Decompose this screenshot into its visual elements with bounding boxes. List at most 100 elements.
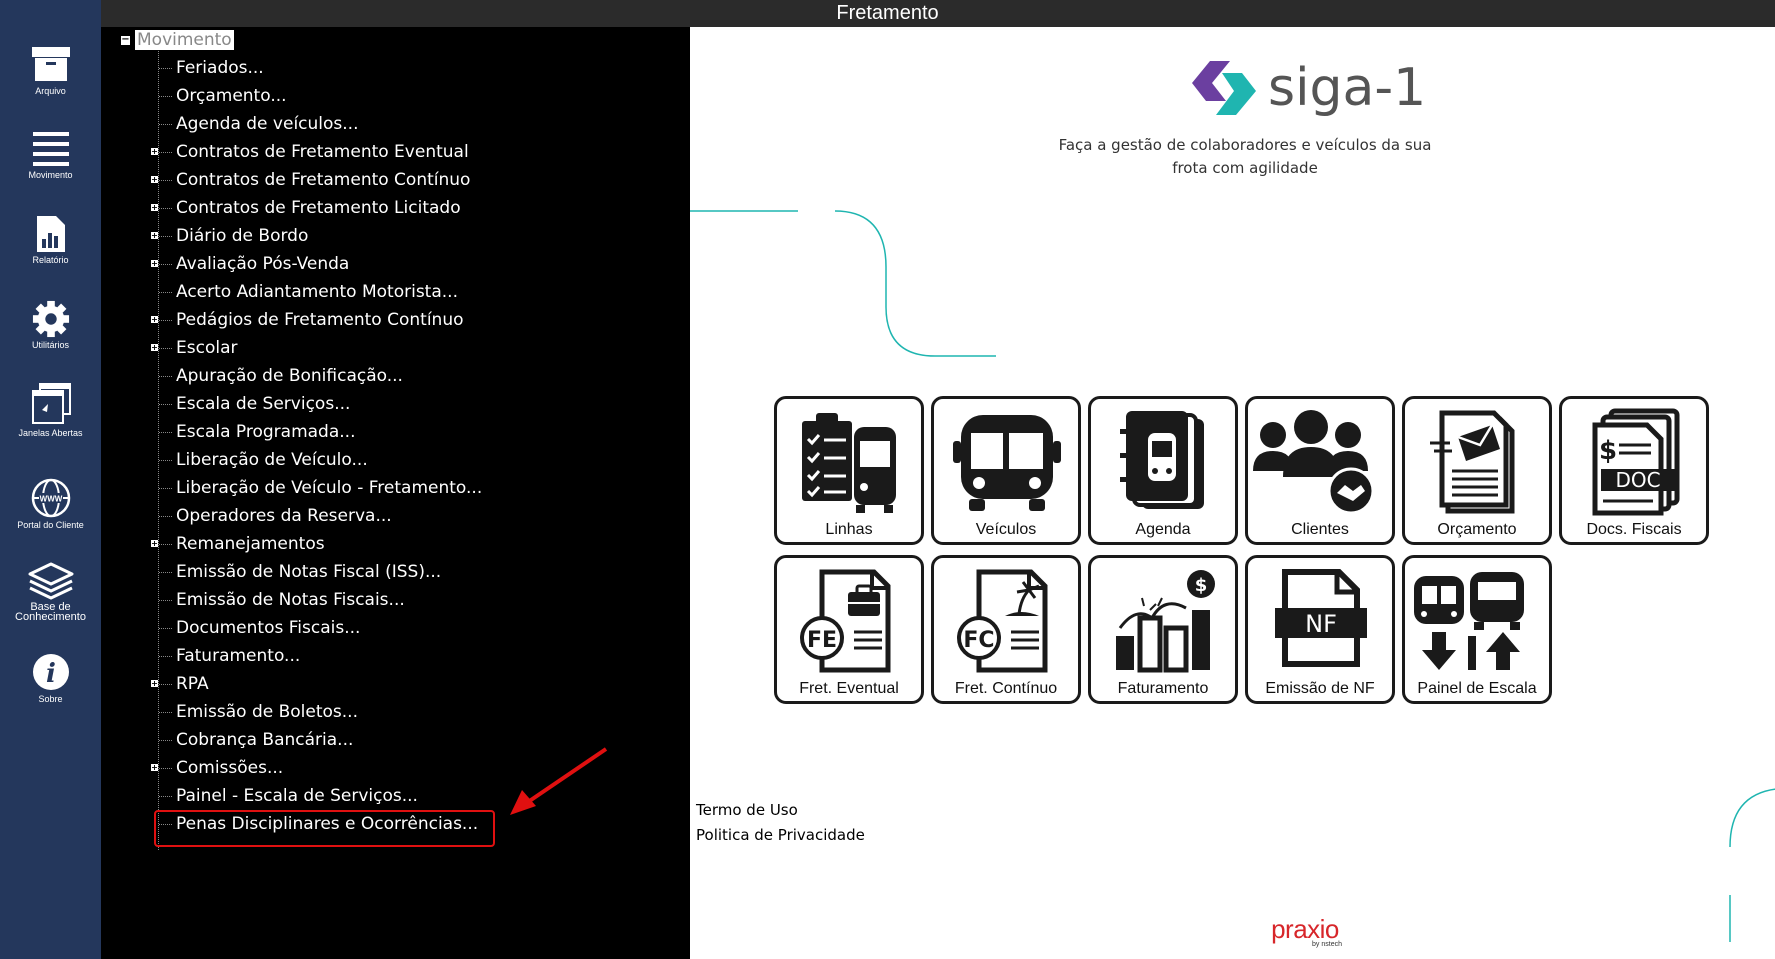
expand-icon[interactable]: +: [151, 680, 158, 688]
sidebar-item-sobre[interactable]: i Sobre: [0, 652, 101, 704]
tree-item[interactable]: Emissão de Notas Fiscal (ISS)...: [176, 561, 441, 583]
tree-connector: [159, 292, 172, 293]
tree-connector: [159, 628, 172, 629]
tile-fret-eventual[interactable]: FE Fret. Eventual: [774, 555, 924, 704]
tree-connector: [159, 516, 172, 517]
tree-item[interactable]: Emissão de Notas Fiscais...: [176, 589, 405, 611]
tree-item-label: Liberação de Veículo - Fretamento...: [176, 478, 483, 498]
tree-item[interactable]: + RPA: [151, 673, 209, 695]
sidebar-item-relatorio[interactable]: Relatório: [0, 215, 101, 265]
tree-item[interactable]: Documentos Fiscais...: [176, 617, 360, 639]
expand-icon[interactable]: +: [151, 176, 158, 184]
sidebar-item-arquivo[interactable]: Arquivo: [0, 44, 101, 96]
tree-connector: [159, 152, 172, 153]
tree-item[interactable]: + Contratos de Fretamento Contínuo: [151, 169, 470, 191]
tile-faturamento[interactable]: $ Faturamento: [1088, 555, 1238, 704]
fc-badge: FC: [963, 628, 994, 653]
expand-icon[interactable]: +: [151, 764, 158, 772]
tile-linhas[interactable]: Linhas: [774, 396, 924, 545]
eventual-charter-icon: FE: [800, 569, 891, 673]
expand-icon[interactable]: +: [151, 540, 158, 548]
tree-connector: [159, 684, 172, 685]
red-arrow-annotation: [510, 747, 608, 815]
globe-icon: WWW: [31, 478, 70, 518]
sidebar-item-label-2: Conhecimento: [15, 611, 86, 623]
tree-item[interactable]: Orçamento...: [176, 85, 287, 107]
tile-painel-escala[interactable]: Painel de Escala: [1402, 555, 1552, 704]
tree-item-label: Feriados...: [176, 58, 264, 78]
tile-docs-fiscais[interactable]: $ DOC Docs. Fiscais: [1559, 396, 1709, 545]
tile-label: Docs. Fiscais: [1586, 521, 1682, 538]
tree-item[interactable]: + Remanejamentos: [151, 533, 325, 555]
terms-link[interactable]: Termo de Uso: [696, 801, 798, 819]
tile-label: Linhas: [825, 521, 873, 538]
tree-item[interactable]: Acerto Adiantamento Motorista...: [176, 281, 458, 303]
doc-badge: DOC: [1615, 468, 1660, 492]
sidebar-item-label: Arquivo: [35, 86, 66, 96]
tile-label: Painel de Escala: [1417, 680, 1537, 697]
tree-root[interactable]: − Movimento: [121, 29, 234, 51]
tree-item-label: RPA: [176, 674, 209, 694]
windows-icon: [31, 383, 71, 424]
tree-item[interactable]: + Avaliação Pós-Venda: [151, 253, 350, 275]
collapse-icon[interactable]: −: [121, 34, 130, 45]
tree-connector: [159, 600, 172, 601]
tile-agenda[interactable]: Agenda: [1088, 396, 1238, 545]
tree-item[interactable]: Emissão de Boletos...: [176, 701, 358, 723]
tile-clientes[interactable]: Clientes: [1245, 396, 1395, 545]
expand-icon[interactable]: +: [151, 204, 158, 212]
tree-item[interactable]: Cobrança Bancária...: [176, 729, 353, 751]
expand-icon[interactable]: +: [151, 148, 158, 156]
expand-icon[interactable]: +: [151, 316, 158, 324]
tree-item[interactable]: Escala de Serviços...: [176, 393, 350, 415]
tree-item[interactable]: Liberação de Veículo - Fretamento...: [176, 477, 482, 499]
expand-icon[interactable]: +: [151, 260, 158, 268]
tile-veiculos[interactable]: Veículos: [931, 396, 1081, 545]
tree-item[interactable]: + Contratos de Fretamento Eventual: [151, 141, 469, 163]
tree-item-label: Emissão de Notas Fiscal (ISS)...: [176, 562, 442, 582]
routes-checklist-icon: [802, 413, 896, 513]
tree-item[interactable]: + Escolar: [151, 337, 237, 359]
sidebar-item-base-conhecimento[interactable]: Base de Conhecimento: [0, 562, 101, 623]
tree-connector: [159, 572, 172, 573]
svg-text:$: $: [1599, 436, 1617, 466]
svg-text:i: i: [46, 659, 56, 689]
expand-icon[interactable]: +: [151, 344, 158, 352]
privacy-link[interactable]: Politica de Privacidade: [696, 826, 865, 844]
sidebar-item-utilitarios[interactable]: Utilitários: [0, 300, 101, 350]
tree-item[interactable]: Liberação de Veículo...: [176, 449, 368, 471]
tree-item[interactable]: Faturamento...: [176, 645, 300, 667]
fiscal-doc-icon: $ DOC: [1592, 408, 1680, 516]
tree-item[interactable]: Feriados...: [176, 57, 264, 79]
tile-fret-continuo[interactable]: FC Fret. Contínuo: [931, 555, 1081, 704]
tree-item-label: Avaliação Pós-Venda: [176, 254, 350, 274]
tree-item[interactable]: + Comissões...: [151, 757, 283, 779]
expand-icon[interactable]: +: [151, 232, 158, 240]
tree-connector-line: [158, 49, 159, 850]
tree-item-label: Painel - Escala de Serviços...: [176, 786, 418, 806]
tree-item-label: Acerto Adiantamento Motorista...: [176, 282, 458, 302]
tile-emissao-nf[interactable]: NF Emissão de NF: [1245, 555, 1395, 704]
fe-badge: FE: [807, 628, 837, 653]
tree-connector: [159, 96, 172, 97]
sidebar-item-janelas-abertas[interactable]: Janelas Abertas: [0, 382, 101, 438]
tree-item[interactable]: Painel - Escala de Serviços...: [176, 785, 418, 807]
bus-icon: [953, 415, 1061, 511]
sidebar-item-label: Utilitários: [31, 340, 69, 350]
tile-orcamento[interactable]: Orçamento: [1402, 396, 1552, 545]
tree-connector: [159, 768, 172, 769]
tree-item[interactable]: + Contratos de Fretamento Licitado: [151, 197, 461, 219]
clients-icon: [1253, 410, 1375, 515]
continuous-charter-icon: FC: [957, 569, 1048, 673]
tree-item[interactable]: Escala Programada...: [176, 421, 355, 443]
decorative-line-right: [1729, 788, 1775, 942]
tree-item-label: Pedágios de Fretamento Contínuo: [176, 310, 464, 330]
tree-item[interactable]: + Diário de Bordo: [151, 225, 308, 247]
tree-item[interactable]: + Pedágios de Fretamento Contínuo: [151, 309, 464, 331]
sidebar-item-movimento[interactable]: Movimento: [0, 128, 101, 180]
tree-item[interactable]: Apuração de Bonificação...: [176, 365, 403, 387]
tree-item[interactable]: Operadores da Reserva...: [176, 505, 392, 527]
menu-icon: [32, 132, 69, 166]
sidebar-item-portal-cliente[interactable]: WWW Portal do Cliente: [0, 478, 101, 530]
tree-item[interactable]: Agenda de veículos...: [176, 113, 358, 135]
